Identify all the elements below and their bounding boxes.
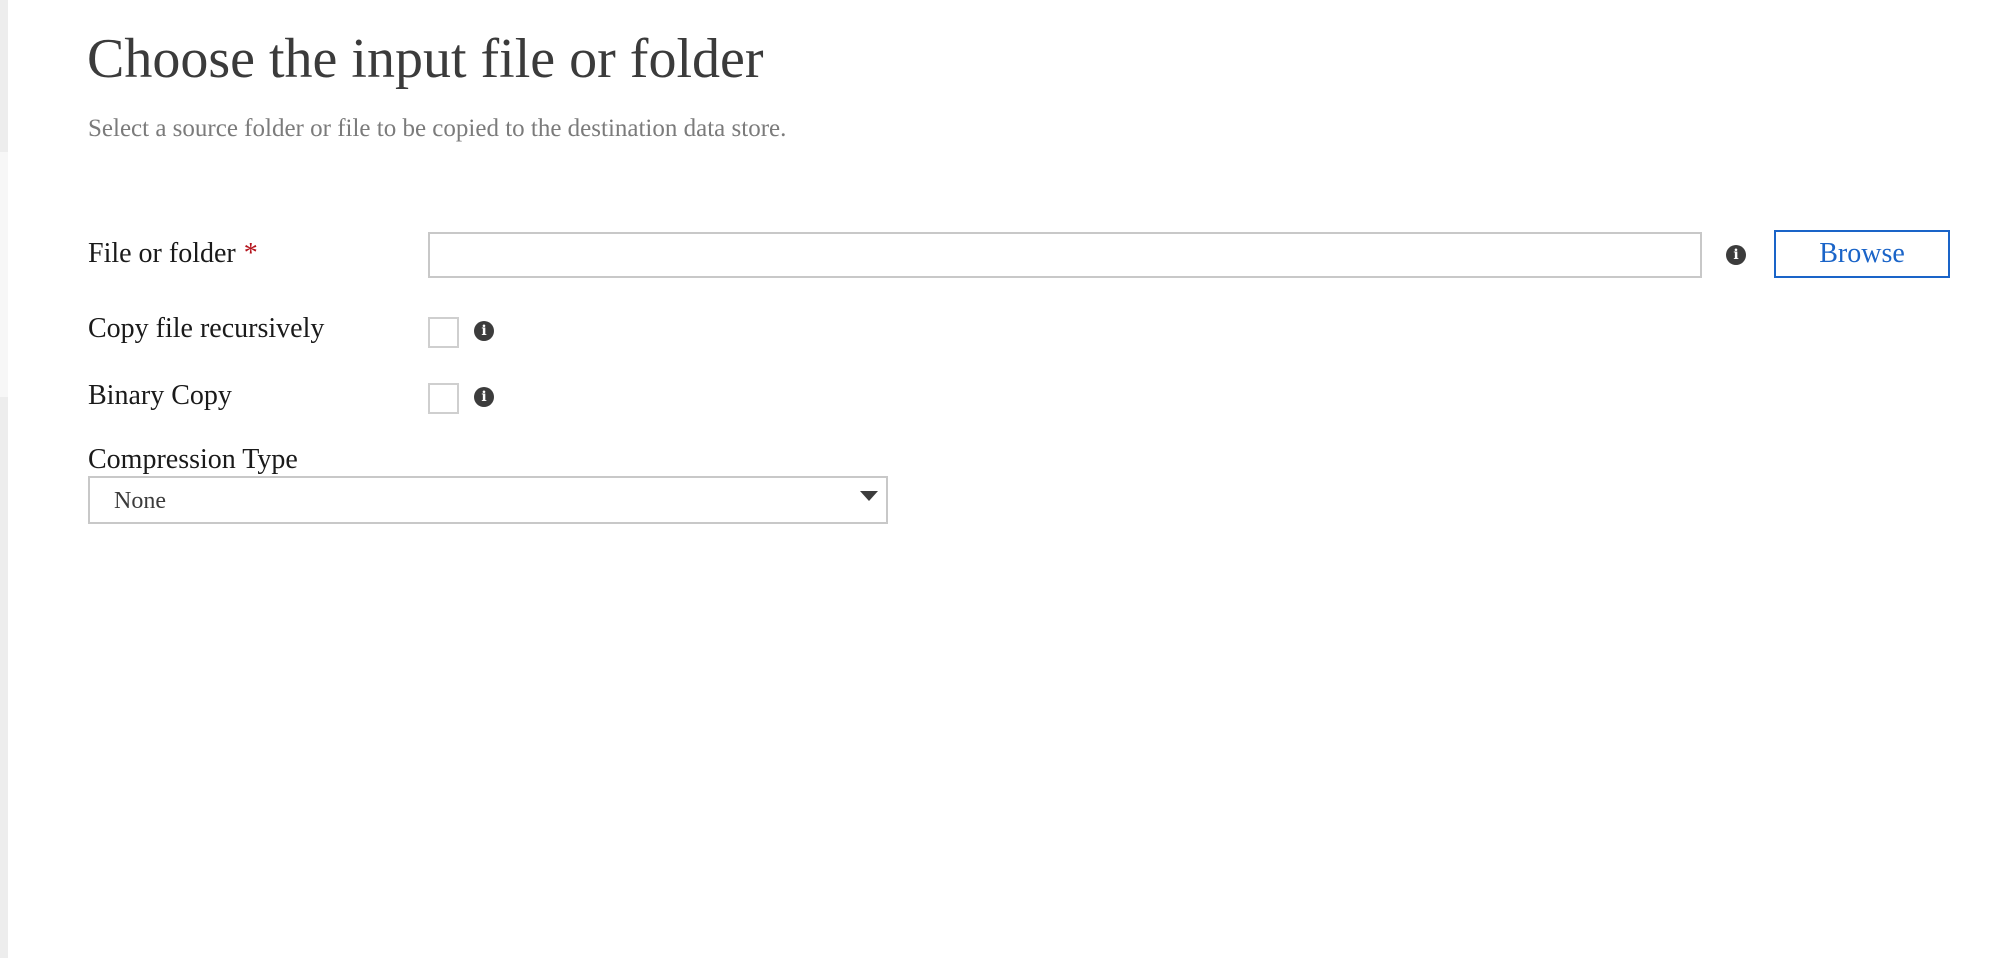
- compression-type-label: Compression Type: [88, 444, 298, 475]
- copy-wizard-page: Choose the input file or folder Select a…: [0, 0, 1990, 958]
- chevron-down-icon: [860, 491, 878, 501]
- left-edge-scroll-track: [0, 0, 8, 958]
- compression-type-selected-value: None: [114, 488, 166, 514]
- required-marker: *: [243, 238, 258, 269]
- file-or-folder-info-icon[interactable]: i: [1726, 245, 1746, 265]
- binary-copy-checkbox[interactable]: [428, 383, 459, 414]
- file-or-folder-label-text: File or folder: [88, 238, 236, 269]
- copy-recursively-info-icon[interactable]: i: [474, 321, 494, 341]
- page-subtitle: Select a source folder or file to be cop…: [88, 115, 787, 142]
- file-or-folder-label: File or folder *: [88, 236, 258, 272]
- binary-copy-label: Binary Copy: [88, 380, 232, 411]
- page-title: Choose the input file or folder: [87, 28, 764, 90]
- file-or-folder-input[interactable]: [428, 232, 1702, 278]
- copy-recursively-checkbox[interactable]: [428, 317, 459, 348]
- binary-copy-info-icon[interactable]: i: [474, 387, 494, 407]
- copy-recursively-label: Copy file recursively: [88, 313, 325, 344]
- left-edge-highlight: [0, 152, 8, 397]
- browse-button[interactable]: Browse: [1774, 230, 1950, 278]
- compression-type-select[interactable]: None: [88, 476, 888, 524]
